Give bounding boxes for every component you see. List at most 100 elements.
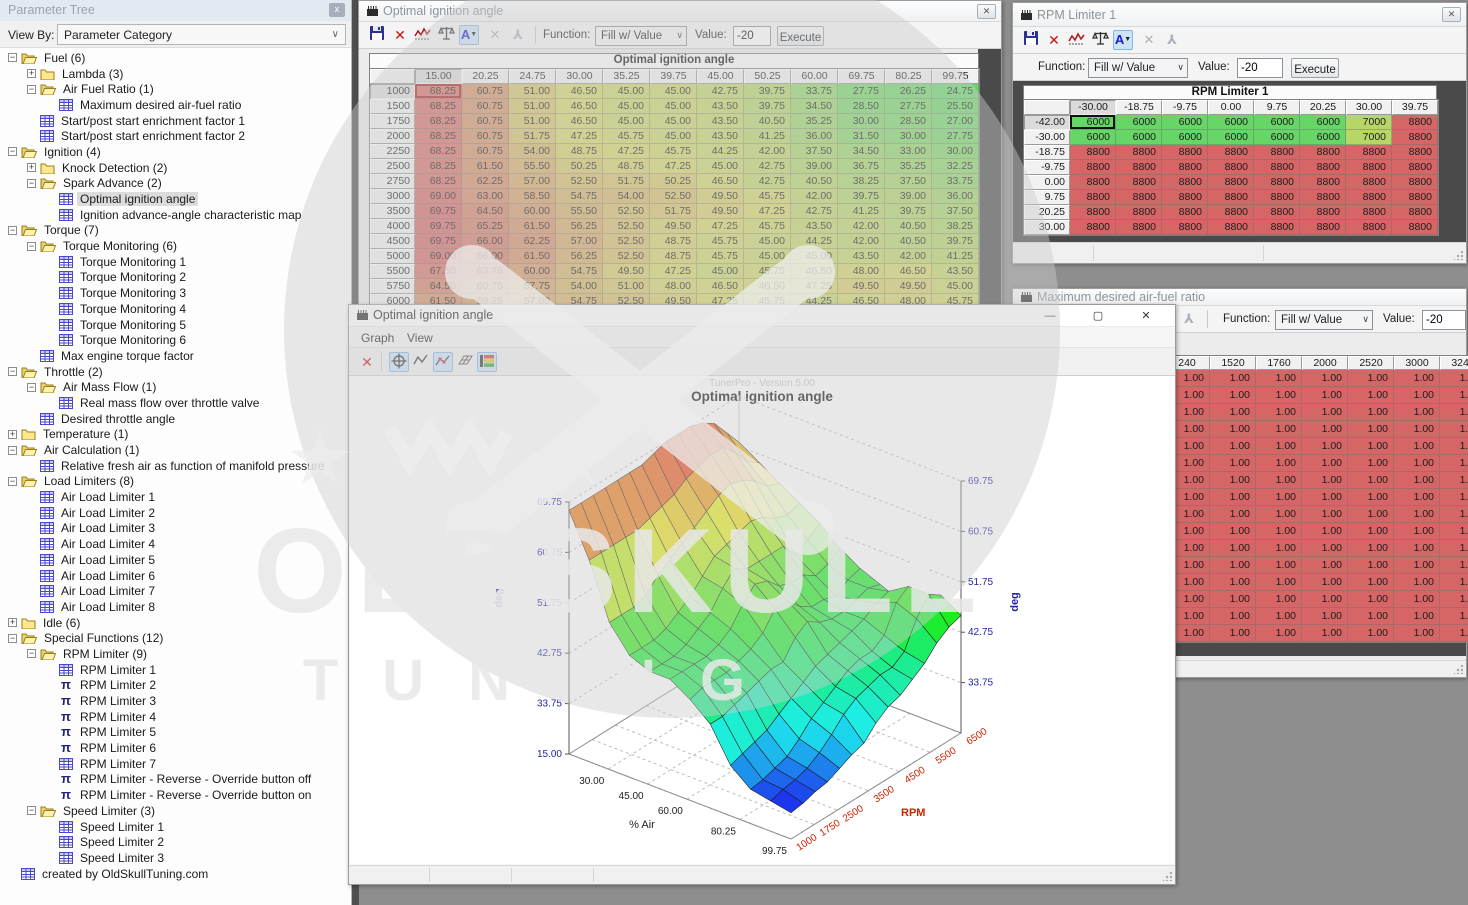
table-cell[interactable]: 1.00 — [1256, 574, 1302, 591]
table-cell[interactable]: 68.25 — [415, 144, 462, 159]
table-cell[interactable]: 45.00 — [603, 114, 650, 129]
table-cell[interactable]: 6000 — [1300, 130, 1346, 145]
table-cell[interactable]: 39.00 — [791, 159, 838, 174]
column-header[interactable]: 30.00 — [556, 69, 603, 84]
table-cell[interactable]: 54.00 — [556, 279, 603, 294]
table-cell[interactable]: 1.00 — [1256, 387, 1302, 404]
table-cell[interactable]: 8800 — [1392, 130, 1438, 145]
table-cell[interactable]: 8800 — [1300, 220, 1346, 235]
column-header[interactable]: 20.25 — [1300, 100, 1346, 115]
table-cell[interactable]: 7000 — [1346, 130, 1392, 145]
table-cell[interactable]: 1.00 — [1256, 438, 1302, 455]
table-cell[interactable]: 1.00 — [1256, 540, 1302, 557]
table-cell[interactable]: 57.00 — [509, 174, 556, 189]
table-cell[interactable]: 1.00 — [1302, 557, 1348, 574]
table-cell[interactable]: 8800 — [1208, 145, 1254, 160]
table-cell[interactable]: 50.25 — [556, 159, 603, 174]
table-cell[interactable]: 1.00 — [1210, 608, 1256, 625]
tree-item[interactable]: −Air Fuel Ratio (1) — [0, 81, 351, 97]
table-cell[interactable]: 45.00 — [603, 84, 650, 99]
table-cell[interactable]: 45.75 — [697, 249, 744, 264]
collapse-icon[interactable]: − — [27, 649, 36, 658]
table-cell[interactable]: 1.00 — [1440, 540, 1468, 557]
table-cell[interactable]: 8800 — [1346, 205, 1392, 220]
table-cell[interactable]: 40.50 — [791, 174, 838, 189]
table-cell[interactable]: 61.50 — [509, 219, 556, 234]
table-cell[interactable]: 48.75 — [556, 144, 603, 159]
table-cell[interactable]: 43.50 — [697, 129, 744, 144]
table-cell[interactable]: 69.75 — [415, 234, 462, 249]
table-cell[interactable]: 8800 — [1254, 145, 1300, 160]
table-cell[interactable]: 1.00 — [1440, 608, 1468, 625]
table-cell[interactable]: 8800 — [1208, 160, 1254, 175]
table-cell[interactable]: 1.00 — [1210, 557, 1256, 574]
menu-view[interactable]: View — [401, 330, 439, 346]
tree-item[interactable]: Torque Monitoring 1 — [0, 254, 351, 270]
table-cell[interactable]: 51.75 — [650, 204, 697, 219]
table-cell[interactable]: 45.00 — [697, 264, 744, 279]
line-graph-icon[interactable] — [411, 352, 431, 372]
table-cell[interactable]: 8800 — [1300, 205, 1346, 220]
table-cell[interactable]: 8800 — [1162, 175, 1208, 190]
tree-item[interactable]: πRPM Limiter 5 — [0, 725, 351, 741]
table-cell[interactable]: 39.75 — [885, 204, 932, 219]
table-cell[interactable]: 1.00 — [1394, 438, 1440, 455]
collapse-icon[interactable]: − — [8, 226, 17, 235]
table-cell[interactable]: 6000 — [1254, 130, 1300, 145]
table-cell[interactable]: 1.00 — [1302, 506, 1348, 523]
table-cell[interactable]: 6000 — [1070, 115, 1116, 130]
row-header[interactable]: 9.75 — [1024, 190, 1070, 205]
table-cell[interactable]: 49.50 — [697, 204, 744, 219]
value-input[interactable] — [1237, 58, 1283, 78]
table-cell[interactable]: 54.75 — [556, 264, 603, 279]
tree-item[interactable]: Speed Limiter 3 — [0, 850, 351, 866]
table-cell[interactable]: 44.25 — [791, 234, 838, 249]
table-cell[interactable]: 36.00 — [932, 189, 979, 204]
row-header[interactable]: 1000 — [370, 84, 415, 99]
collapse-icon[interactable]: − — [8, 147, 17, 156]
value-input[interactable] — [1422, 310, 1466, 330]
tree-item[interactable]: Air Load Limiter 4 — [0, 536, 351, 552]
table-cell[interactable]: 8800 — [1300, 175, 1346, 190]
expand-icon[interactable]: + — [27, 69, 36, 78]
table-cell[interactable]: 36.75 — [838, 159, 885, 174]
table-cell[interactable]: 42.00 — [885, 249, 932, 264]
tree-item[interactable]: Torque Monitoring 4 — [0, 301, 351, 317]
table-cell[interactable]: 45.75 — [650, 144, 697, 159]
column-header[interactable]: 60.00 — [791, 69, 838, 84]
collapse-icon[interactable]: − — [27, 806, 36, 815]
table-cell[interactable]: 45.75 — [603, 129, 650, 144]
table-cell[interactable]: 45.00 — [650, 129, 697, 144]
table-cell[interactable]: 52.50 — [650, 189, 697, 204]
close-icon[interactable]: ✕ — [977, 4, 996, 19]
table-cell[interactable]: 6000 — [1162, 115, 1208, 130]
table-cell[interactable]: 55.50 — [509, 159, 556, 174]
table-cell[interactable]: 42.00 — [791, 189, 838, 204]
tree-item[interactable]: Air Load Limiter 8 — [0, 599, 351, 615]
table-cell[interactable]: 28.50 — [885, 114, 932, 129]
table-cell[interactable]: 51.00 — [509, 114, 556, 129]
table-cell[interactable]: 69.75 — [415, 204, 462, 219]
color-bands-icon[interactable] — [477, 352, 497, 372]
table-cell[interactable]: 45.75 — [697, 234, 744, 249]
column-header[interactable]: 2520 — [1348, 356, 1394, 370]
table-cell[interactable]: 46.50 — [697, 174, 744, 189]
table-cell[interactable]: 1.00 — [1302, 540, 1348, 557]
tree-item[interactable]: −RPM Limiter (9) — [0, 646, 351, 662]
table-cell[interactable]: 39.75 — [744, 84, 791, 99]
table-cell[interactable]: 1.00 — [1210, 523, 1256, 540]
x-axis-icon[interactable]: ✕ — [1139, 30, 1159, 50]
point-graph-icon[interactable] — [433, 352, 453, 372]
table-cell[interactable]: 1.00 — [1348, 557, 1394, 574]
table-cell[interactable]: 1.00 — [1210, 574, 1256, 591]
table-cell[interactable]: 1.00 — [1440, 472, 1468, 489]
table-cell[interactable]: 45.75 — [744, 189, 791, 204]
table-cell[interactable]: 45.75 — [744, 219, 791, 234]
table-cell[interactable]: 46.50 — [556, 99, 603, 114]
table-cell[interactable]: 67.50 — [415, 264, 462, 279]
row-header[interactable]: 3500 — [370, 204, 415, 219]
table-cell[interactable]: 1.00 — [1210, 455, 1256, 472]
table-cell[interactable]: 56.25 — [556, 249, 603, 264]
surface-graph-icon[interactable] — [455, 352, 475, 372]
table-cell[interactable]: 42.00 — [838, 234, 885, 249]
